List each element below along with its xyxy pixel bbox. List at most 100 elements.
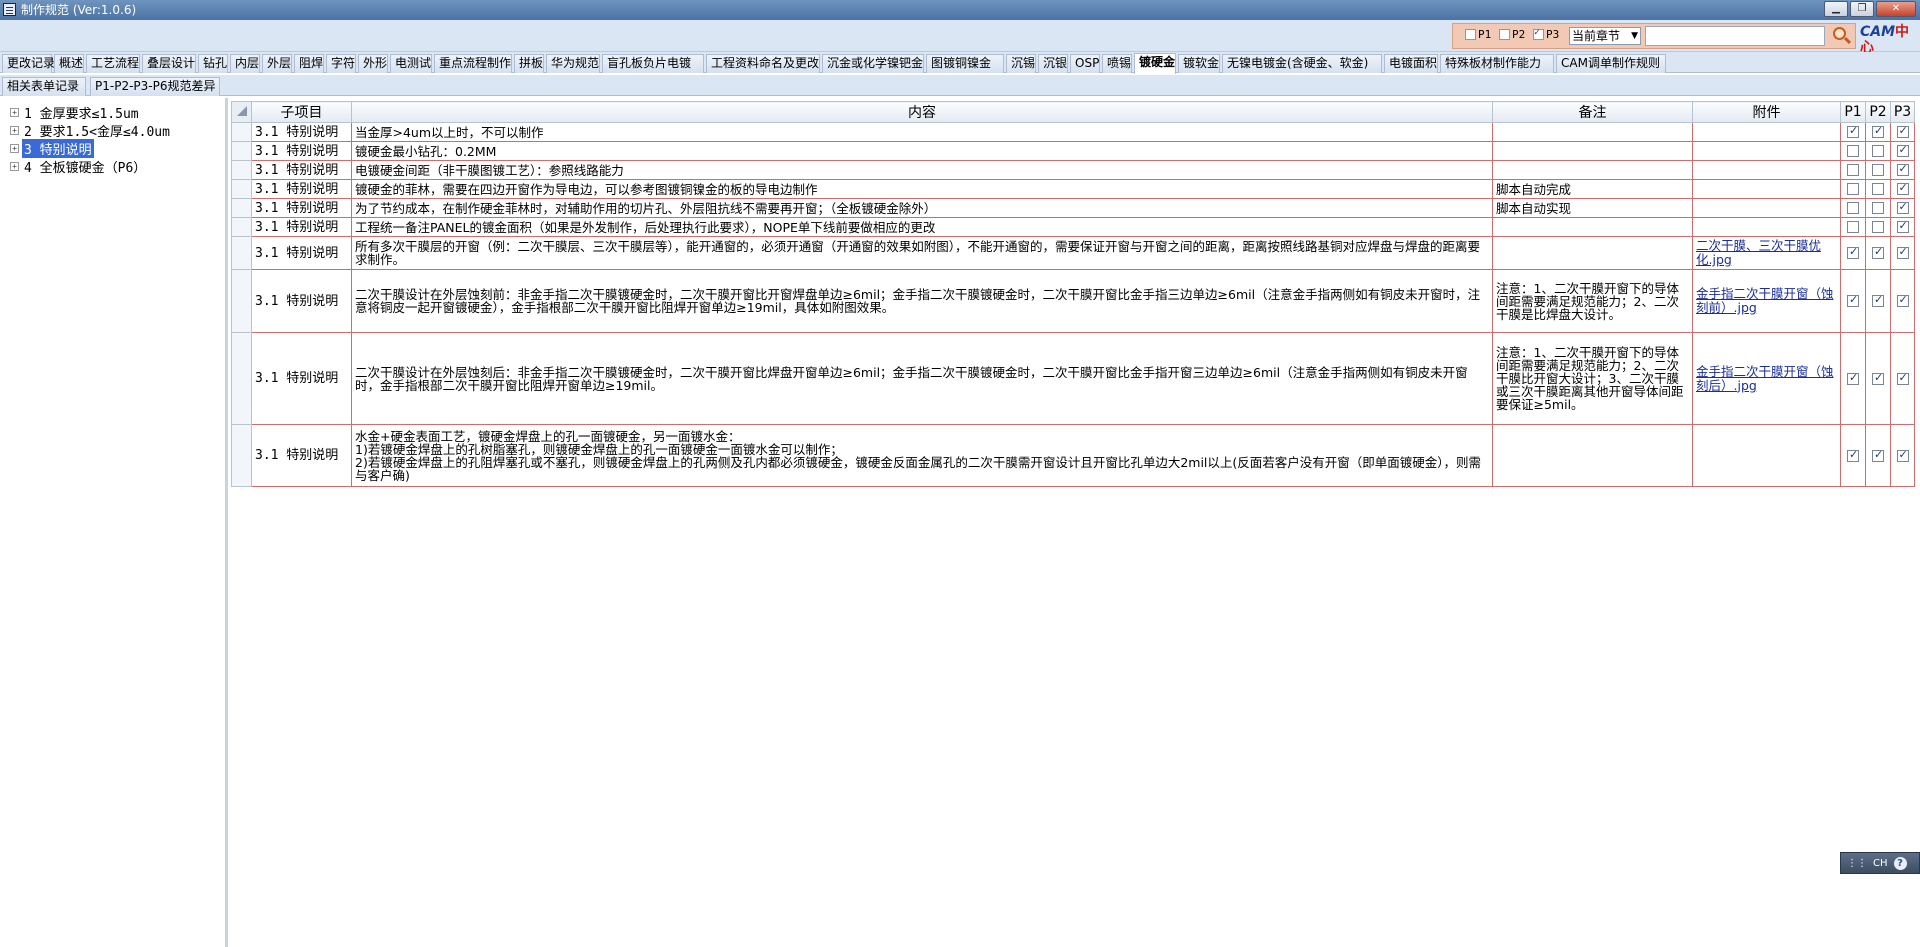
p2-row-checkbox[interactable]	[1872, 293, 1884, 307]
p3-row-checkbox[interactable]	[1896, 124, 1909, 138]
tab-12[interactable]: 拼板	[514, 54, 544, 73]
select-all-corner[interactable]	[231, 101, 252, 123]
cell-note[interactable]: 注意：1、二次干膜开窗下的导体间距需要满足规范能力；2、二次干膜比开窗大设计；3…	[1492, 332, 1693, 425]
p1-row-checkbox[interactable]	[1847, 221, 1859, 233]
p1-row-checkbox[interactable]	[1847, 183, 1859, 195]
tab-10[interactable]: 电测试	[390, 54, 432, 73]
p3-row-checkbox[interactable]	[1896, 371, 1909, 385]
tab-2[interactable]: 工艺流程	[86, 54, 140, 73]
restore-icon[interactable]: ❐	[1850, 1, 1874, 17]
p3-row-checkbox[interactable]	[1896, 162, 1909, 176]
cell-note[interactable]	[1492, 160, 1693, 180]
row-header[interactable]	[231, 179, 252, 199]
cell-content[interactable]: 工程统一备注PANEL的镀金面积（如果是外发制作，后处理执行此要求），NOPE单…	[351, 217, 1493, 237]
cell-content[interactable]: 当金厚>4um以上时，不可以制作	[351, 122, 1493, 142]
close-icon[interactable]: ✕	[1876, 1, 1916, 17]
table-row[interactable]: 3.1 特别说明 工程统一备注PANEL的镀金面积（如果是外发制作，后处理执行此要…	[231, 217, 1915, 237]
p3-row-checkbox[interactable]	[1896, 293, 1909, 307]
tab-17[interactable]: 图镀铜镍金	[926, 54, 1004, 73]
p1-row-checkbox[interactable]	[1847, 448, 1859, 462]
p3-row-checkbox[interactable]	[1896, 181, 1909, 195]
p1-filter[interactable]: P1	[1465, 28, 1491, 41]
table-row[interactable]: 3.1 特别说明 当金厚>4um以上时，不可以制作	[231, 122, 1915, 142]
cell-sub[interactable]: 3.1 特别说明	[251, 217, 352, 237]
row-header[interactable]	[231, 269, 252, 333]
tab-9[interactable]: 外形	[358, 54, 388, 73]
expand-icon[interactable]: +	[10, 107, 19, 117]
p3-checkbox[interactable]	[1533, 27, 1544, 40]
cell-note[interactable]	[1492, 236, 1693, 270]
search-button[interactable]	[1829, 25, 1853, 47]
row-header[interactable]	[231, 424, 252, 487]
cell-note[interactable]: 注意：1、二次干膜开窗下的导体间距需要满足规范能力；2、二次干膜是比焊盘大设计。	[1492, 269, 1693, 333]
cell-note[interactable]	[1492, 217, 1693, 237]
tab-19[interactable]: 沉银	[1038, 54, 1068, 73]
cell-sub[interactable]: 3.1 特别说明	[251, 332, 352, 425]
p2-row-checkbox[interactable]	[1872, 124, 1884, 138]
row-header[interactable]	[231, 198, 252, 218]
p3-row-checkbox[interactable]	[1896, 245, 1909, 259]
cell-note[interactable]: 脚本自动实现	[1492, 198, 1693, 218]
header-attach[interactable]: 附件	[1692, 101, 1841, 123]
tree-item[interactable]: +1 金厚要求≤1.5um	[10, 104, 141, 122]
cell-sub[interactable]: 3.1 特别说明	[251, 179, 352, 199]
attachment-link[interactable]: 金手指二次干膜开窗（蚀刻前）.jpg	[1696, 286, 1834, 315]
cell-sub[interactable]: 3.1 特别说明	[251, 236, 352, 270]
row-header[interactable]	[231, 122, 252, 142]
p1-row-checkbox[interactable]	[1847, 202, 1859, 214]
tree-item[interactable]: +2 要求1.5<金厚≤4.0um	[10, 122, 172, 140]
tab-24[interactable]: 无镍电镀金(含硬金、软金)	[1222, 54, 1382, 73]
tab-18[interactable]: 沉锡	[1006, 54, 1036, 73]
tab-7[interactable]: 阻焊	[294, 54, 324, 73]
p2-filter[interactable]: P2	[1499, 28, 1525, 41]
cell-note[interactable]	[1492, 122, 1693, 142]
cell-content[interactable]: 镀硬金最小钻孔：0.2MM	[351, 141, 1493, 161]
p1-row-checkbox[interactable]	[1847, 245, 1859, 259]
tab2-1[interactable]: P1-P2-P3-P6规范差异	[90, 77, 220, 96]
cell-sub[interactable]: 3.1 特别说明	[251, 141, 352, 161]
table-row[interactable]: 3.1 特别说明 所有多次干膜层的开窗（例：二次干膜层、三次干膜层等），能开通窗的…	[231, 236, 1915, 270]
header-content[interactable]: 内容	[351, 101, 1493, 123]
cell-note[interactable]	[1492, 424, 1693, 487]
table-row[interactable]: 3.1 特别说明 镀硬金最小钻孔：0.2MM	[231, 141, 1915, 161]
p1-row-checkbox[interactable]	[1847, 371, 1859, 385]
p2-row-checkbox[interactable]	[1872, 245, 1884, 259]
cell-content[interactable]: 为了节约成本，在制作硬金菲林时，对辅助作用的切片孔、外层阻抗线不需要再开窗；（全…	[351, 198, 1493, 218]
cell-sub[interactable]: 3.1 特别说明	[251, 198, 352, 218]
row-header[interactable]	[231, 141, 252, 161]
p1-row-checkbox[interactable]	[1847, 164, 1859, 176]
p1-row-checkbox[interactable]	[1847, 145, 1859, 157]
table-row[interactable]: 3.1 特别说明 电镀硬金间距（非干膜图镀工艺）：参照线路能力	[231, 160, 1915, 180]
attachment-link[interactable]: 金手指二次干膜开窗（蚀刻后）.jpg	[1696, 364, 1834, 393]
p1-row-checkbox[interactable]	[1847, 124, 1859, 138]
attachment-link[interactable]: 二次干膜、三次干膜优化.jpg	[1696, 238, 1821, 267]
tab-20[interactable]: OSP	[1070, 54, 1100, 73]
tab-6[interactable]: 外层	[262, 54, 292, 73]
expand-icon[interactable]: +	[10, 161, 19, 171]
header-sub[interactable]: 子项目	[251, 101, 352, 123]
header-p1[interactable]: P1	[1840, 101, 1866, 123]
tab-21[interactable]: 喷锡	[1102, 54, 1132, 73]
cell-content[interactable]: 水金+硬金表面工艺，镀硬金焊盘上的孔一面镀硬金，另一面镀水金： 1)若镀硬金焊盘…	[351, 424, 1493, 487]
p2-row-checkbox[interactable]	[1872, 183, 1884, 195]
cell-sub[interactable]: 3.1 特别说明	[251, 269, 352, 333]
table-row[interactable]: 3.1 特别说明 水金+硬金表面工艺，镀硬金焊盘上的孔一面镀硬金，另一面镀水金： …	[231, 424, 1915, 487]
cell-sub[interactable]: 3.1 特别说明	[251, 160, 352, 180]
p2-row-checkbox[interactable]	[1872, 202, 1884, 214]
expand-icon[interactable]: +	[10, 143, 19, 153]
table-row[interactable]: 3.1 特别说明 二次干膜设计在外层蚀刻前：非金手指二次干膜镀硬金时，二次干膜开窗…	[231, 269, 1915, 333]
p3-row-checkbox[interactable]	[1896, 219, 1909, 233]
p3-row-checkbox[interactable]	[1896, 448, 1909, 462]
tab-13[interactable]: 华为规范	[546, 54, 600, 73]
tab-8[interactable]: 字符	[326, 54, 356, 73]
tab-26[interactable]: 特殊板材制作能力	[1440, 54, 1554, 73]
p3-row-checkbox[interactable]	[1896, 200, 1909, 214]
p1-checkbox[interactable]	[1465, 29, 1476, 40]
tab-14[interactable]: 盲孔板负片电镀	[602, 54, 704, 73]
tab-15[interactable]: 工程资料命名及更改	[706, 54, 820, 73]
tab-0[interactable]: 更改记录	[2, 54, 55, 73]
tab-1[interactable]: 概述	[54, 54, 84, 73]
tree-item[interactable]: +3 特别说明	[10, 138, 94, 158]
header-note[interactable]: 备注	[1492, 101, 1693, 123]
tab-11[interactable]: 重点流程制作	[434, 54, 512, 73]
